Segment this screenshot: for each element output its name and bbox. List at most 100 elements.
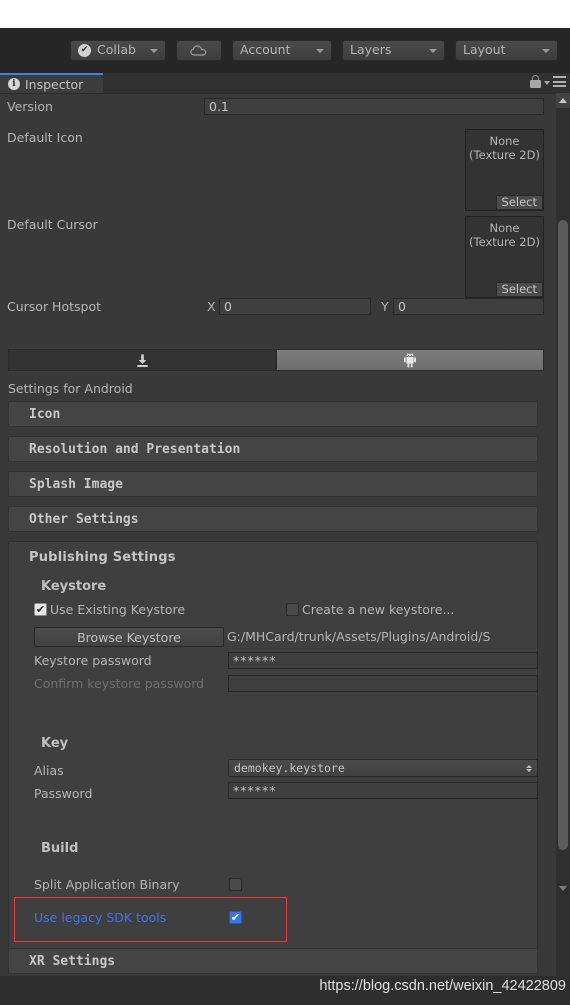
collab-label: Collab [97, 42, 136, 58]
unity-editor-window: ✔ Collab Account Layers Layout i Inspect… [0, 0, 570, 1005]
account-button[interactable]: Account [232, 40, 332, 61]
section-other-label: Other Settings [29, 511, 139, 527]
cloud-services-button[interactable] [176, 40, 222, 61]
section-publishing-settings: Publishing Settings Keystore Use Existin… [8, 541, 538, 966]
scroll-down-button[interactable] [556, 881, 570, 896]
version-label: Version [7, 99, 53, 114]
default-icon-value-line2: (Texture 2D) [469, 148, 540, 162]
default-cursor-label: Default Cursor [7, 217, 98, 232]
layout-caret-icon [542, 48, 550, 53]
key-password-label: Password [34, 786, 93, 801]
row-split-application-binary: Split Application Binary [34, 877, 534, 892]
cursor-hotspot-label: Cursor Hotspot [7, 299, 102, 314]
account-label: Account [240, 42, 291, 58]
version-input[interactable]: 0.1 [204, 98, 544, 115]
collab-caret-icon [150, 48, 158, 53]
key-alias-dropdown[interactable]: demokey.keystore [228, 759, 538, 777]
default-cursor-select-button[interactable]: Select [495, 282, 543, 297]
platform-tab-standalone[interactable] [8, 349, 276, 371]
default-icon-object-field[interactable]: None (Texture 2D) Select [465, 129, 544, 211]
section-xr-settings[interactable]: XR Settings [8, 948, 538, 974]
section-xr-label: XR Settings [29, 953, 116, 969]
confirm-keystore-password-input[interactable] [228, 675, 538, 692]
key-header: Key [41, 736, 69, 751]
keystore-password-input[interactable]: ****** [228, 652, 538, 669]
section-icon[interactable]: Icon [8, 401, 538, 427]
collab-button[interactable]: ✔ Collab [70, 40, 166, 61]
account-caret-icon [316, 48, 324, 53]
keystore-path-value: G:/MHCard/trunk/Assets/Plugins/Android/S [227, 629, 491, 644]
publishing-settings-header[interactable]: Publishing Settings [9, 542, 537, 565]
cursor-hotspot-x-input[interactable]: 0 [219, 298, 371, 315]
layers-caret-icon [429, 48, 437, 53]
inspector-content: Version 0.1 Default Icon None (Texture 2… [0, 93, 556, 976]
section-icon-label: Icon [29, 406, 61, 422]
split-application-binary-checkbox[interactable] [229, 878, 242, 891]
keystore-password-label: Keystore password [34, 653, 152, 668]
create-new-keystore-checkbox[interactable] [286, 603, 299, 616]
default-cursor-value-line2: (Texture 2D) [469, 235, 540, 249]
section-splash-label: Splash Image [29, 476, 123, 492]
inspector-scrollbar[interactable] [556, 93, 570, 976]
top-white-strip [0, 0, 570, 28]
browse-keystore-label: Browse Keystore [77, 629, 181, 645]
section-resolution-label: Resolution and Presentation [29, 441, 241, 457]
tab-inspector-label: Inspector [25, 76, 84, 92]
browse-keystore-button[interactable]: Browse Keystore [34, 627, 224, 647]
watermark-text: https://blog.csdn.net/weixin_42422809 [319, 978, 566, 994]
default-icon-value-line1: None [489, 134, 520, 148]
cursor-hotspot-x-label: X [207, 299, 216, 314]
key-alias-value: demokey.keystore [234, 761, 345, 775]
tab-inspector[interactable]: i Inspector [0, 73, 103, 93]
row-confirm-keystore-password: Confirm keystore password [34, 675, 538, 692]
layout-label: Layout [463, 42, 506, 58]
default-cursor-value-line1: None [489, 221, 520, 235]
cursor-hotspot-y-label: Y [381, 299, 389, 314]
section-splash-image[interactable]: Splash Image [8, 471, 538, 497]
chevron-down-icon[interactable] [544, 81, 550, 85]
main-toolbar: ✔ Collab Account Layers Layout [0, 28, 570, 73]
row-create-new-keystore: Create a new keystore... [286, 602, 454, 617]
platform-tab-strip [8, 349, 544, 371]
hamburger-menu-icon[interactable] [553, 76, 566, 87]
row-version: Version 0.1 [0, 96, 556, 117]
use-legacy-sdk-tools-label: Use legacy SDK tools [34, 910, 167, 925]
layers-button[interactable]: Layers [342, 40, 445, 61]
use-existing-keystore-checkbox[interactable] [34, 603, 47, 616]
row-key-alias: Alias demokey.keystore [34, 759, 538, 779]
row-cursor-hotspot: Cursor Hotspot X 0 Y 0 [0, 296, 556, 317]
row-use-existing-keystore: Use Existing Keystore [34, 602, 185, 617]
keystore-header: Keystore [41, 579, 107, 594]
section-resolution-and-presentation[interactable]: Resolution and Presentation [8, 436, 538, 462]
platform-tab-android[interactable] [276, 349, 544, 371]
use-legacy-sdk-tools-checkbox[interactable] [229, 911, 242, 924]
default-icon-label: Default Icon [7, 130, 83, 145]
scrollbar-thumb[interactable] [558, 220, 568, 850]
android-robot-icon [404, 352, 416, 367]
create-new-keystore-label: Create a new keystore... [302, 602, 455, 617]
dropdown-arrows-icon [526, 764, 532, 772]
default-icon-select-button[interactable]: Select [495, 195, 543, 210]
build-header: Build [41, 841, 79, 856]
lock-icon[interactable] [530, 75, 541, 88]
row-use-legacy-sdk-tools: Use legacy SDK tools [34, 910, 534, 925]
row-key-password: Password ****** [34, 782, 538, 802]
inspector-tab-tools [530, 75, 566, 88]
split-application-binary-label: Split Application Binary [34, 877, 180, 892]
row-keystore-password: Keystore password ****** [34, 652, 538, 669]
section-other-settings[interactable]: Other Settings [8, 506, 538, 532]
inspector-panel: i Inspector Version 0.1 Default Icon Non… [0, 73, 570, 976]
key-password-input[interactable]: ****** [228, 782, 538, 799]
key-alias-label: Alias [34, 763, 64, 778]
cloud-icon [190, 45, 207, 56]
download-icon [136, 353, 148, 367]
default-cursor-object-field[interactable]: None (Texture 2D) Select [465, 216, 544, 298]
layers-label: Layers [350, 42, 392, 58]
cursor-hotspot-y-input[interactable]: 0 [393, 298, 544, 315]
use-existing-keystore-label: Use Existing Keystore [50, 602, 186, 617]
info-icon: i [8, 78, 20, 90]
collab-check-icon: ✔ [78, 44, 91, 57]
confirm-keystore-password-label: Confirm keystore password [34, 676, 204, 691]
scroll-up-button[interactable] [556, 93, 570, 108]
layout-button[interactable]: Layout [455, 40, 558, 61]
